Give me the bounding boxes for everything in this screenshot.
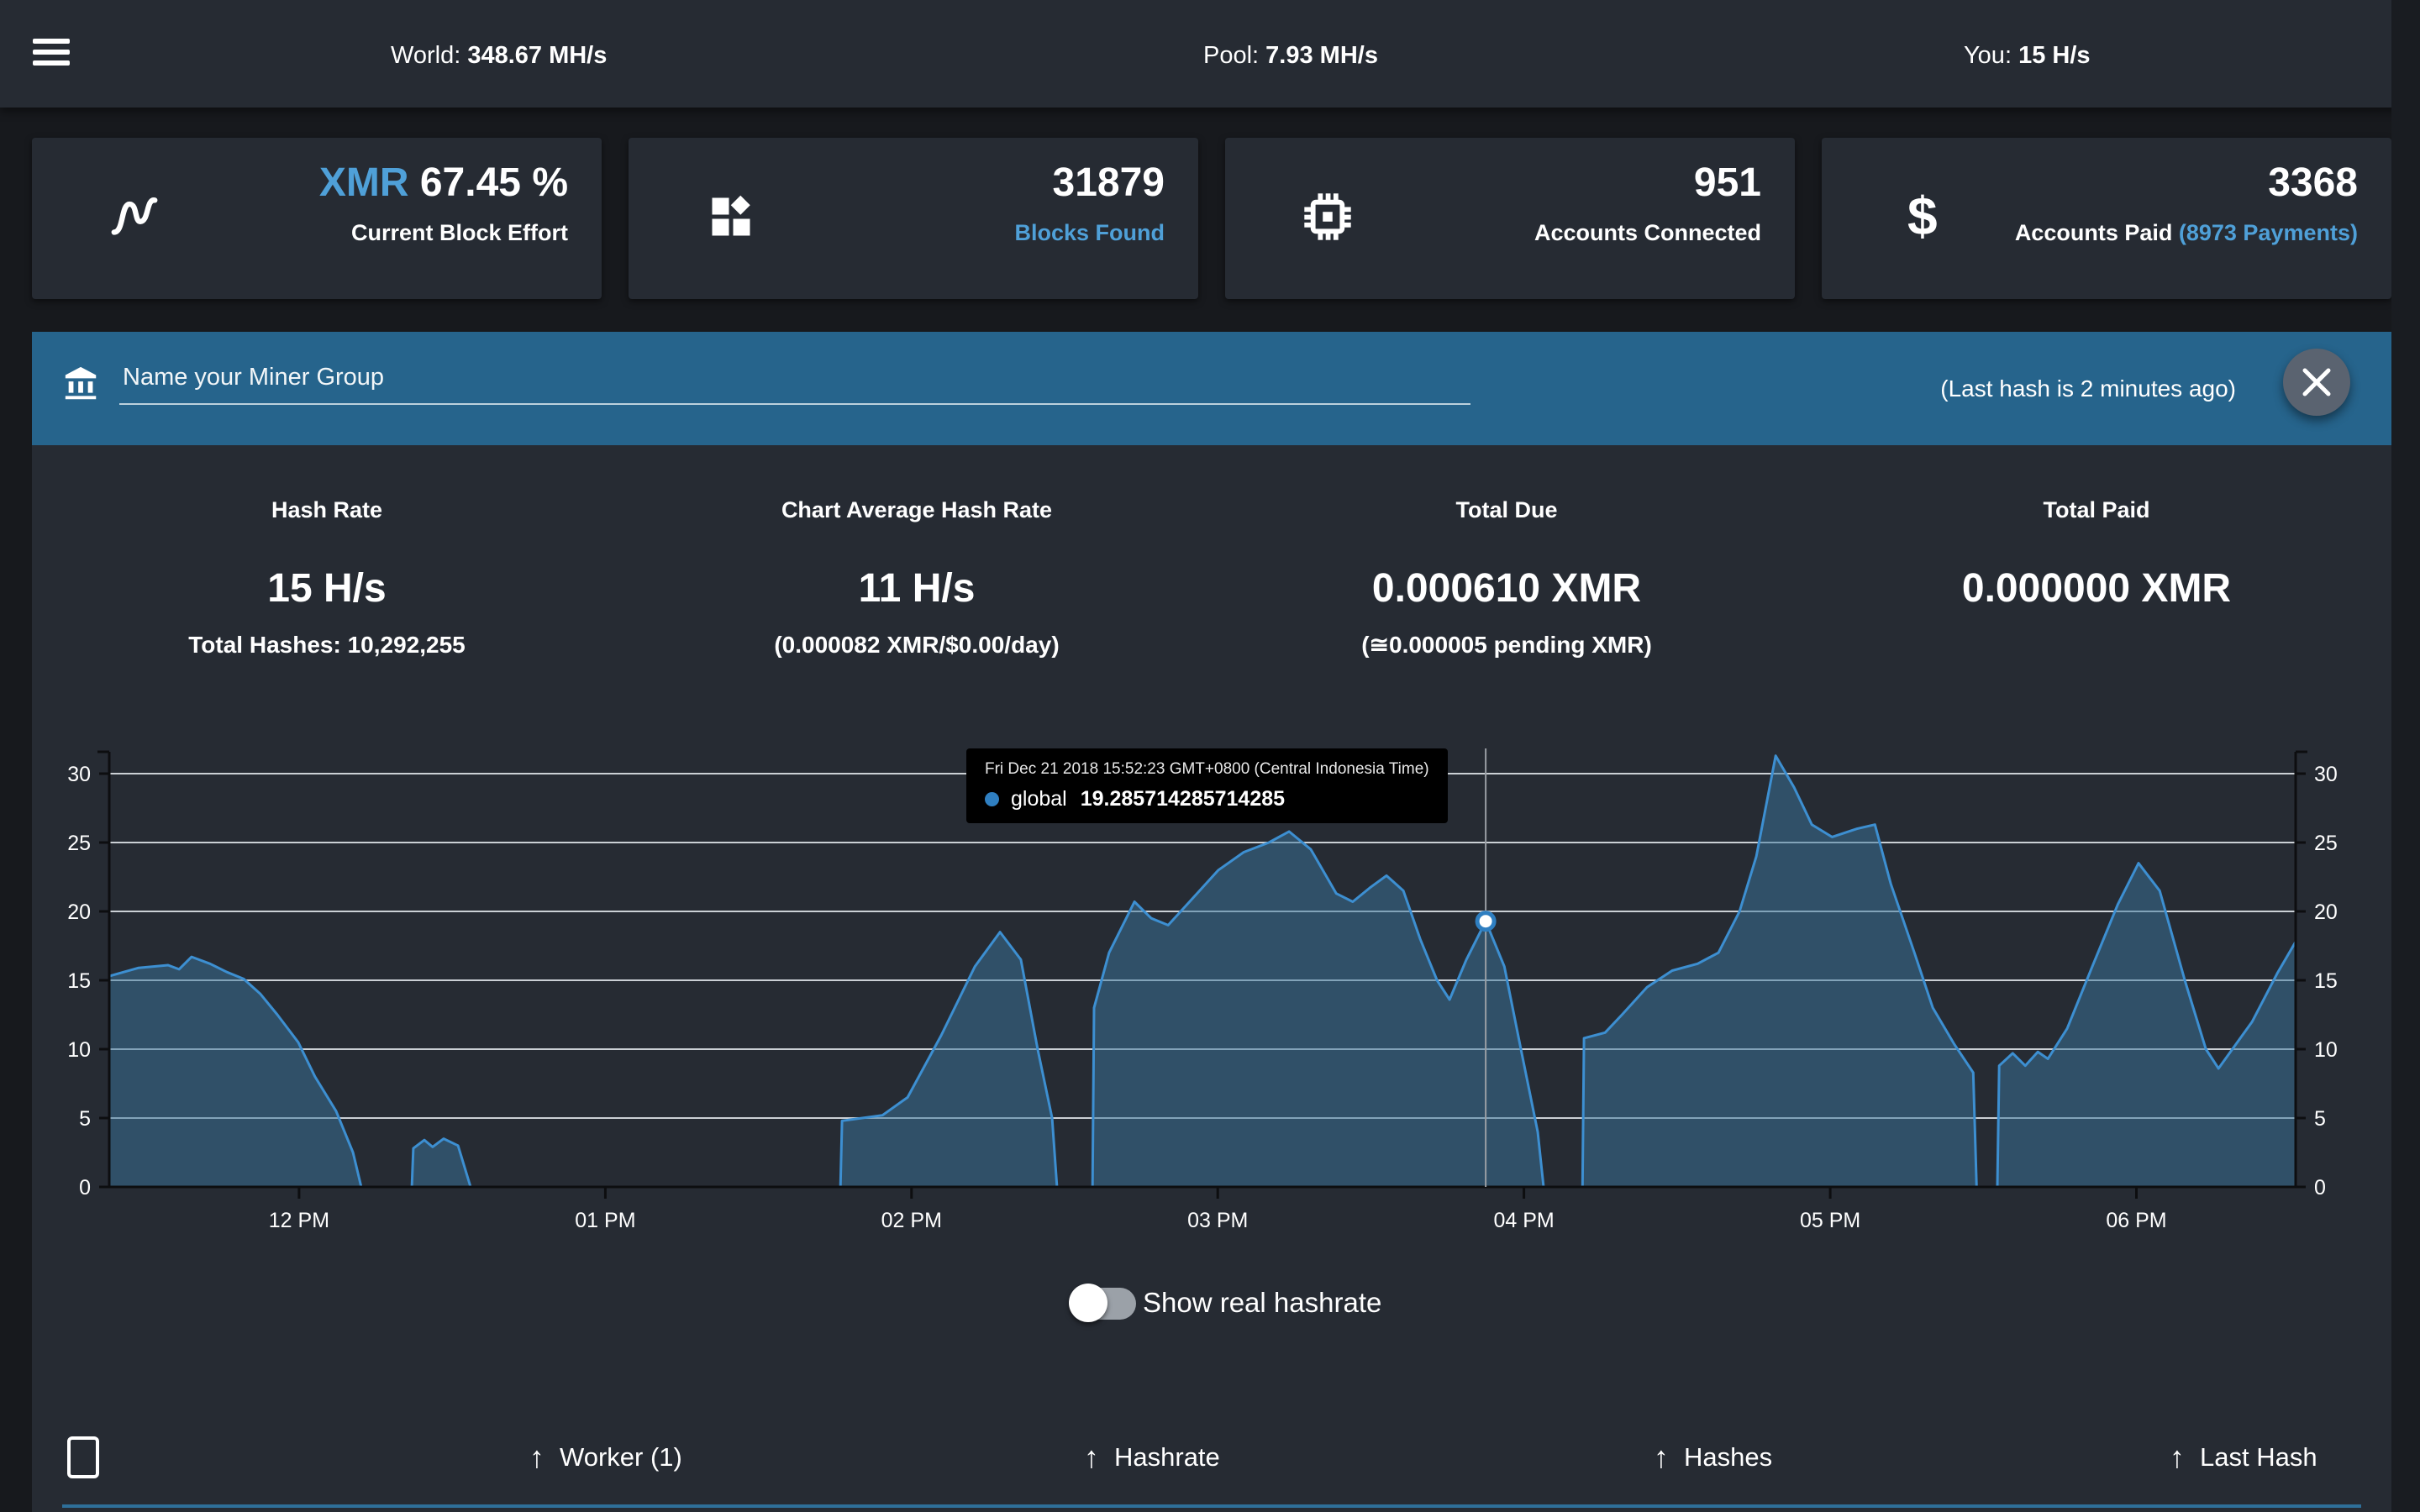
svg-text:0: 0 <box>79 1176 91 1200</box>
scrollbar-track[interactable] <box>2391 0 2420 1512</box>
svg-text:10: 10 <box>67 1038 91 1062</box>
tooltip-series-name: global <box>1011 787 1067 811</box>
svg-text:05 PM: 05 PM <box>1800 1209 1860 1232</box>
chart-tooltip: Fri Dec 21 2018 15:52:23 GMT+0800 (Centr… <box>966 748 1448 823</box>
svg-text:20: 20 <box>2314 900 2338 924</box>
top-bar: World: 348.67 MH/s Pool: 7.93 MH/s You: … <box>0 0 2420 108</box>
svg-text:12 PM: 12 PM <box>269 1209 329 1232</box>
svg-text:04 PM: 04 PM <box>1493 1209 1554 1232</box>
svg-text:30: 30 <box>2314 763 2338 786</box>
svg-text:20: 20 <box>67 900 91 924</box>
svg-text:5: 5 <box>2314 1107 2326 1131</box>
svg-text:06 PM: 06 PM <box>2106 1209 2166 1232</box>
world-hashrate: World: 348.67 MH/s <box>391 40 607 71</box>
svg-text:01 PM: 01 PM <box>575 1209 635 1232</box>
svg-text:03 PM: 03 PM <box>1187 1209 1248 1232</box>
svg-text:15: 15 <box>2314 969 2338 993</box>
tooltip-value: 19.285714285714285 <box>1081 787 1285 811</box>
tooltip-timestamp: Fri Dec 21 2018 15:52:23 GMT+0800 (Centr… <box>985 759 1429 780</box>
svg-text:5: 5 <box>79 1107 91 1131</box>
your-hashrate: You: 15 H/s <box>1964 40 2091 71</box>
svg-text:30: 30 <box>67 763 91 786</box>
series-dot-icon <box>985 792 999 806</box>
svg-text:10: 10 <box>2314 1038 2338 1062</box>
svg-text:25: 25 <box>2314 832 2338 855</box>
hamburger-menu-icon[interactable] <box>33 39 70 69</box>
svg-text:15: 15 <box>67 969 91 993</box>
pool-hashrate: Pool: 7.93 MH/s <box>1203 40 1378 71</box>
svg-text:02 PM: 02 PM <box>881 1209 942 1232</box>
svg-text:0: 0 <box>2314 1176 2326 1200</box>
svg-text:25: 25 <box>67 832 91 855</box>
